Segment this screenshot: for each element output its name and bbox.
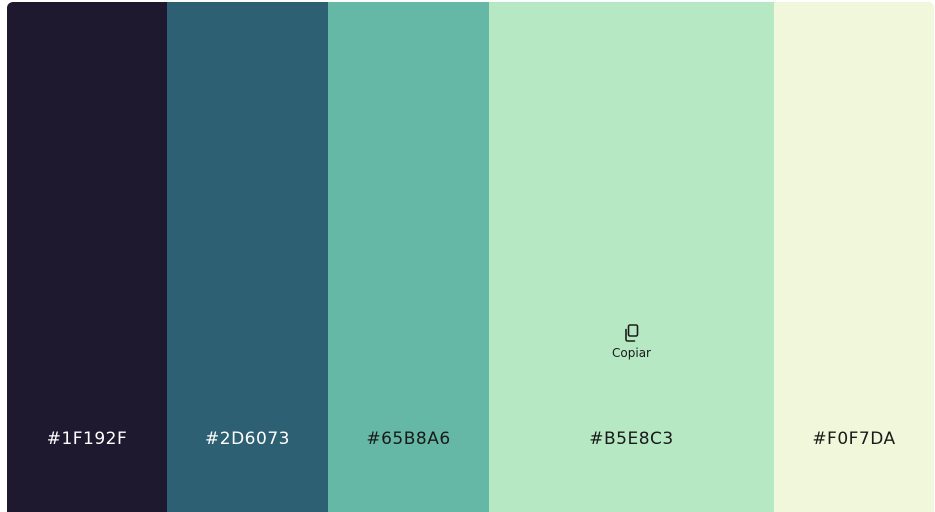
swatch-1f192f[interactable]: #1F192F	[7, 2, 167, 512]
swatch-2d6073[interactable]: #2D6073	[167, 2, 328, 512]
swatch-65b8a6[interactable]: #65B8A6	[328, 2, 489, 512]
swatch-hex-label[interactable]: #B5E8C3	[489, 429, 774, 449]
swatch-hex-label[interactable]: #F0F7DA	[774, 429, 934, 449]
swatch-f0f7da[interactable]: #F0F7DA	[774, 2, 934, 512]
copy-action[interactable]: Copiar	[489, 324, 774, 360]
swatch-hex-label[interactable]: #1F192F	[7, 429, 167, 449]
swatch-hex-label[interactable]: #65B8A6	[328, 429, 489, 449]
copy-label[interactable]: Copiar	[612, 346, 651, 360]
color-palette: #1F192F #2D6073 #65B8A6 Copiar #B5E8C3 #…	[7, 2, 934, 512]
swatch-b5e8c3[interactable]: Copiar #B5E8C3	[489, 2, 774, 512]
copy-icon[interactable]	[624, 324, 640, 342]
swatch-hex-label[interactable]: #2D6073	[167, 429, 328, 449]
